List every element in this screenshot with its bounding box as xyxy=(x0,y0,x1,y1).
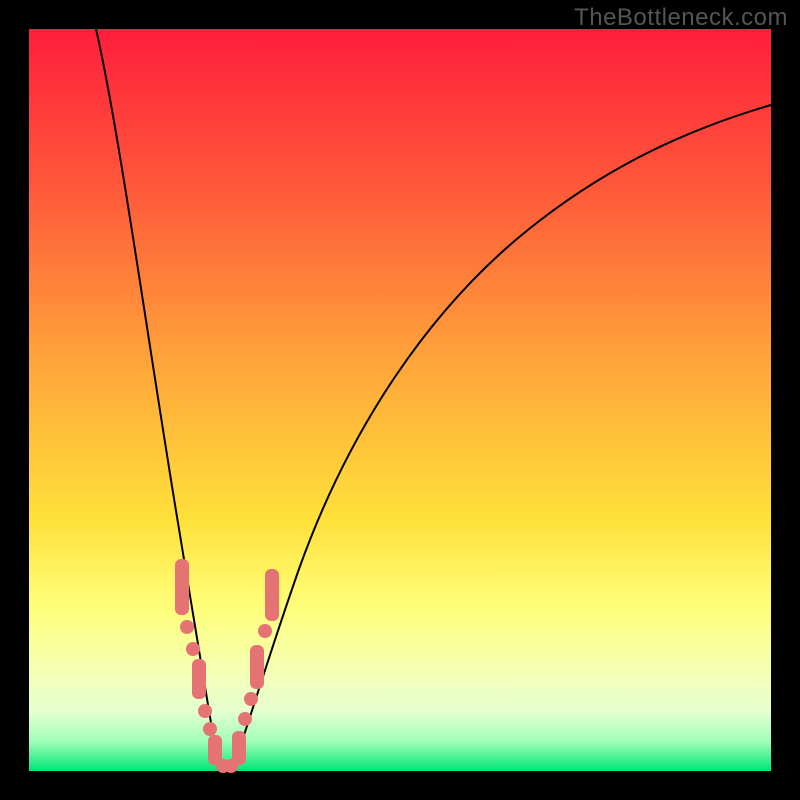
marker-right-dot xyxy=(244,692,258,706)
marker-right-mid-pill xyxy=(250,645,264,689)
watermark-text: TheBottleneck.com xyxy=(574,4,788,32)
marker-left-top-pill xyxy=(175,559,189,615)
valley-markers xyxy=(175,559,279,773)
marker-left-dot xyxy=(198,704,212,718)
marker-left-dot xyxy=(180,620,194,634)
bottleneck-curve xyxy=(29,29,771,771)
marker-right-top-pill xyxy=(265,569,279,621)
curve-right-arm xyxy=(232,105,771,770)
curve-left-arm xyxy=(96,29,222,770)
plot-area xyxy=(29,29,771,771)
marker-right-dot xyxy=(238,712,252,726)
marker-left-mid-pill xyxy=(192,659,206,699)
marker-right-bottom-pill xyxy=(232,731,246,765)
marker-right-dot xyxy=(258,624,272,638)
marker-left-dot xyxy=(203,722,217,736)
marker-left-dot xyxy=(186,642,200,656)
